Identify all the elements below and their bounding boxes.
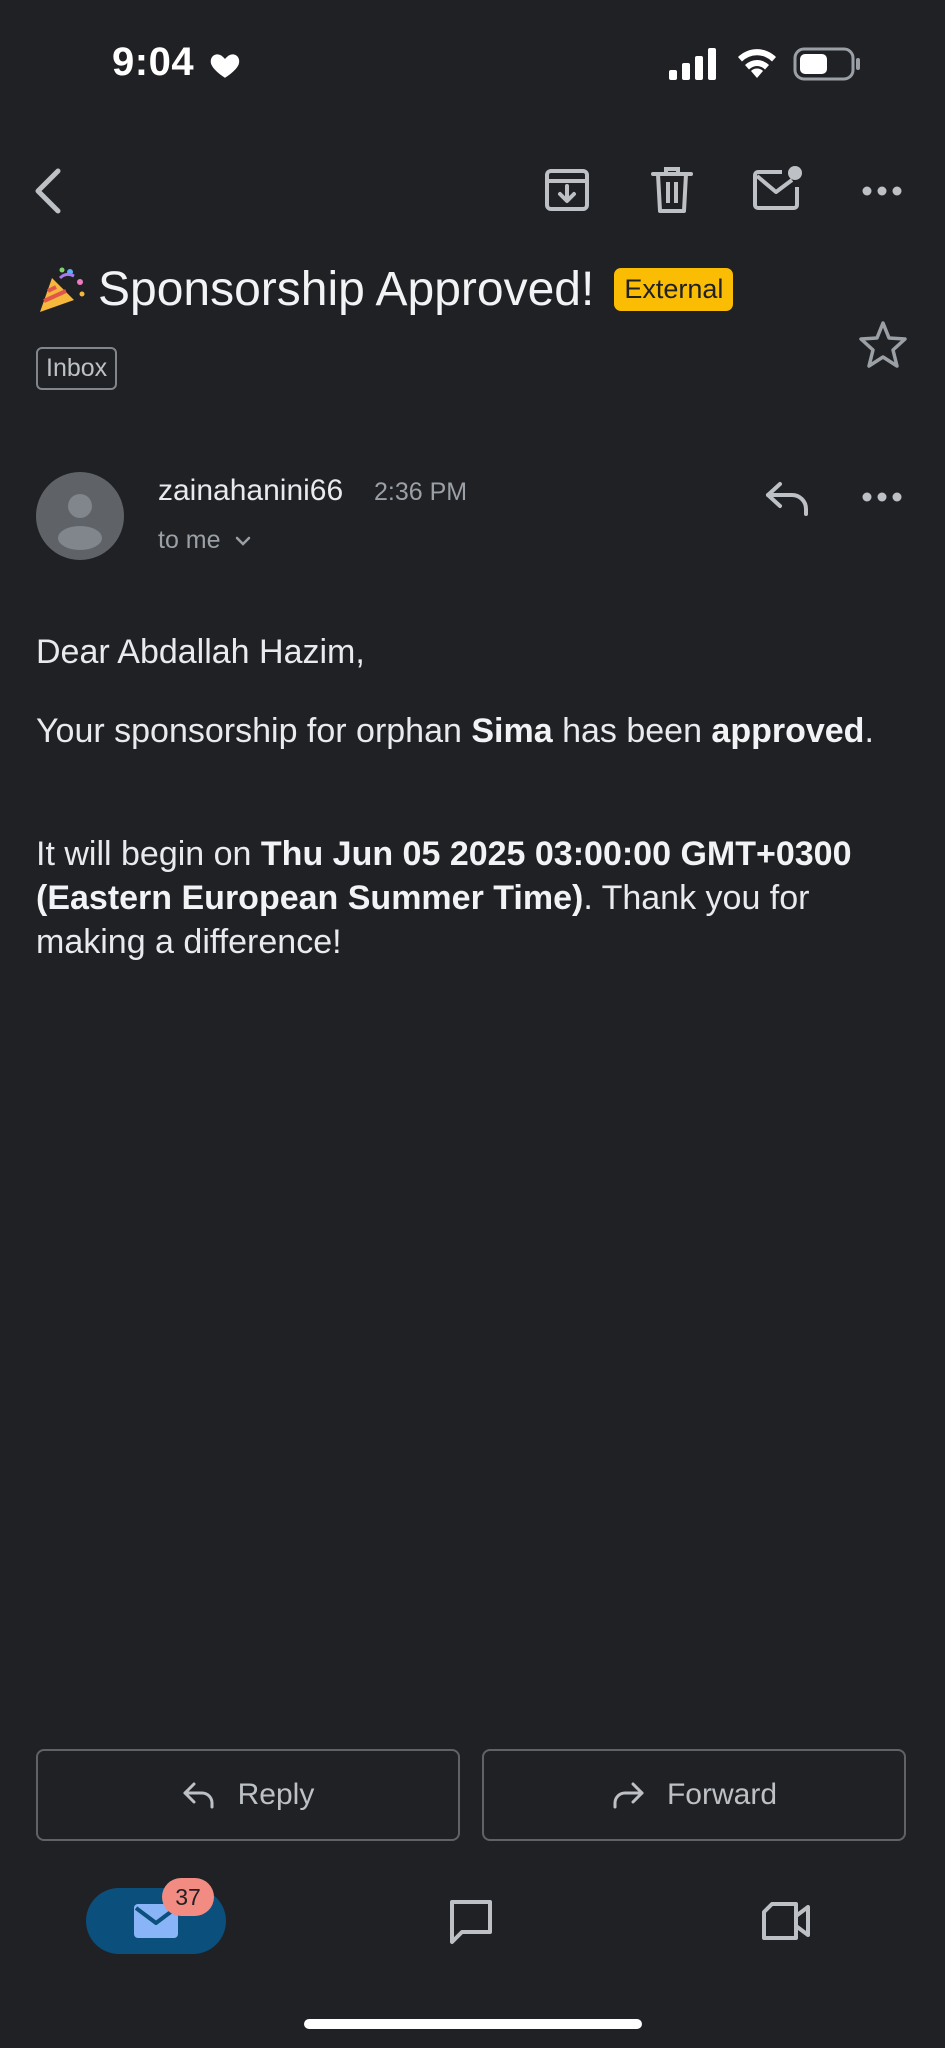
cellular-signal-icon: [669, 48, 716, 80]
recipient-details[interactable]: to me: [158, 526, 253, 555]
star-icon[interactable]: [856, 318, 910, 372]
approved-word: approved: [711, 712, 865, 750]
party-popper-icon: [40, 267, 85, 312]
chat-icon[interactable]: [446, 1896, 496, 1946]
home-indicator[interactable]: [304, 2019, 642, 2029]
trash-icon[interactable]: [650, 165, 694, 215]
forward-label: Forward: [666, 1778, 778, 1811]
person-icon: [58, 494, 102, 550]
message-more-icon[interactable]: [862, 484, 902, 510]
mark-unread-icon[interactable]: [752, 165, 804, 211]
reply-icon[interactable]: [764, 478, 810, 518]
avatar[interactable]: [36, 472, 124, 560]
reply-arrow-icon: [183, 1782, 214, 1809]
body-paragraph-start-date: It will begin on Thu Jun 05 2025 03:00:0…: [36, 835, 852, 961]
body-paragraph-approval: Your sponsorship for orphan Sima has bee…: [36, 712, 874, 750]
meet-video-icon[interactable]: [760, 1898, 812, 1944]
back-icon[interactable]: [30, 165, 66, 217]
reply-label: Reply: [237, 1778, 315, 1811]
recipient-text: to me: [158, 526, 221, 554]
external-badge: External: [614, 268, 734, 311]
archive-icon[interactable]: [542, 165, 592, 215]
inbox-label-chip[interactable]: Inbox: [36, 347, 118, 390]
email-subject: Sponsorship Approved! External: [36, 262, 734, 317]
sender-name[interactable]: zainahanini66: [158, 474, 343, 508]
more-icon[interactable]: [862, 178, 902, 204]
subject-text: Sponsorship Approved!: [98, 263, 595, 316]
status-time: 9:04: [112, 40, 195, 84]
battery-icon: [793, 47, 860, 81]
chevron-down-icon: [235, 536, 250, 546]
forward-button[interactable]: Forward: [482, 1749, 906, 1841]
unread-count-badge: 37: [162, 1878, 214, 1916]
reply-button[interactable]: Reply: [36, 1749, 460, 1841]
forward-arrow-icon: [613, 1782, 644, 1809]
wifi-icon: [738, 49, 776, 78]
orphan-name: Sima: [471, 712, 553, 750]
body-greeting: Dear Abdallah Hazim,: [36, 633, 365, 671]
sent-time: 2:36 PM: [374, 478, 468, 506]
heart-icon: [210, 54, 240, 78]
